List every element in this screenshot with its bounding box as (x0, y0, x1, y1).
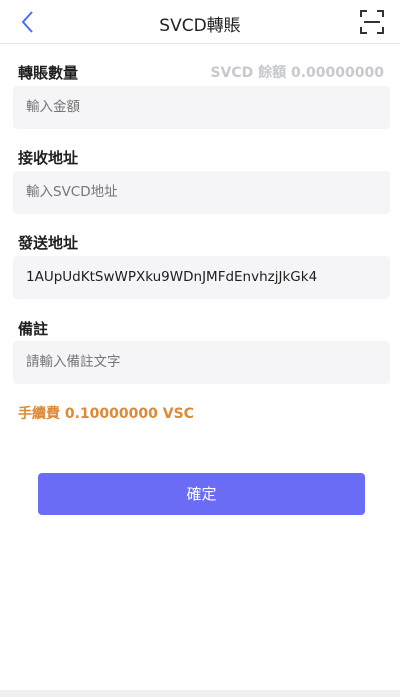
receive-address-label: 接收地址 (18, 149, 79, 167)
amount-label: 轉賬數量 (18, 64, 79, 82)
confirm-button[interactable]: 確定 (38, 473, 365, 515)
send-address-label: 發送地址 (18, 234, 79, 252)
send-address-field[interactable]: 1AUpUdKtSwWPXku9WDnJMFdEnvhzjJkGk4 (13, 256, 390, 299)
nav-header: SVCD轉賬 (0, 0, 400, 44)
balance-text: SVCD 餘額 0.00000000 (210, 65, 384, 81)
note-input[interactable] (13, 341, 390, 384)
scan-button[interactable] (360, 10, 384, 34)
note-label: 備註 (18, 320, 49, 338)
bottom-bar (0, 690, 400, 697)
page-title: SVCD轉賬 (159, 16, 241, 36)
fee-text: 手續費 0.10000000 VSC (18, 406, 194, 422)
scan-icon (360, 10, 384, 34)
receive-address-input[interactable] (13, 171, 390, 214)
transfer-screen: SVCD轉賬 轉賬數量 SVCD 餘額 0.00000000 接收地址 發送地址… (0, 0, 400, 697)
amount-input[interactable] (13, 86, 390, 129)
